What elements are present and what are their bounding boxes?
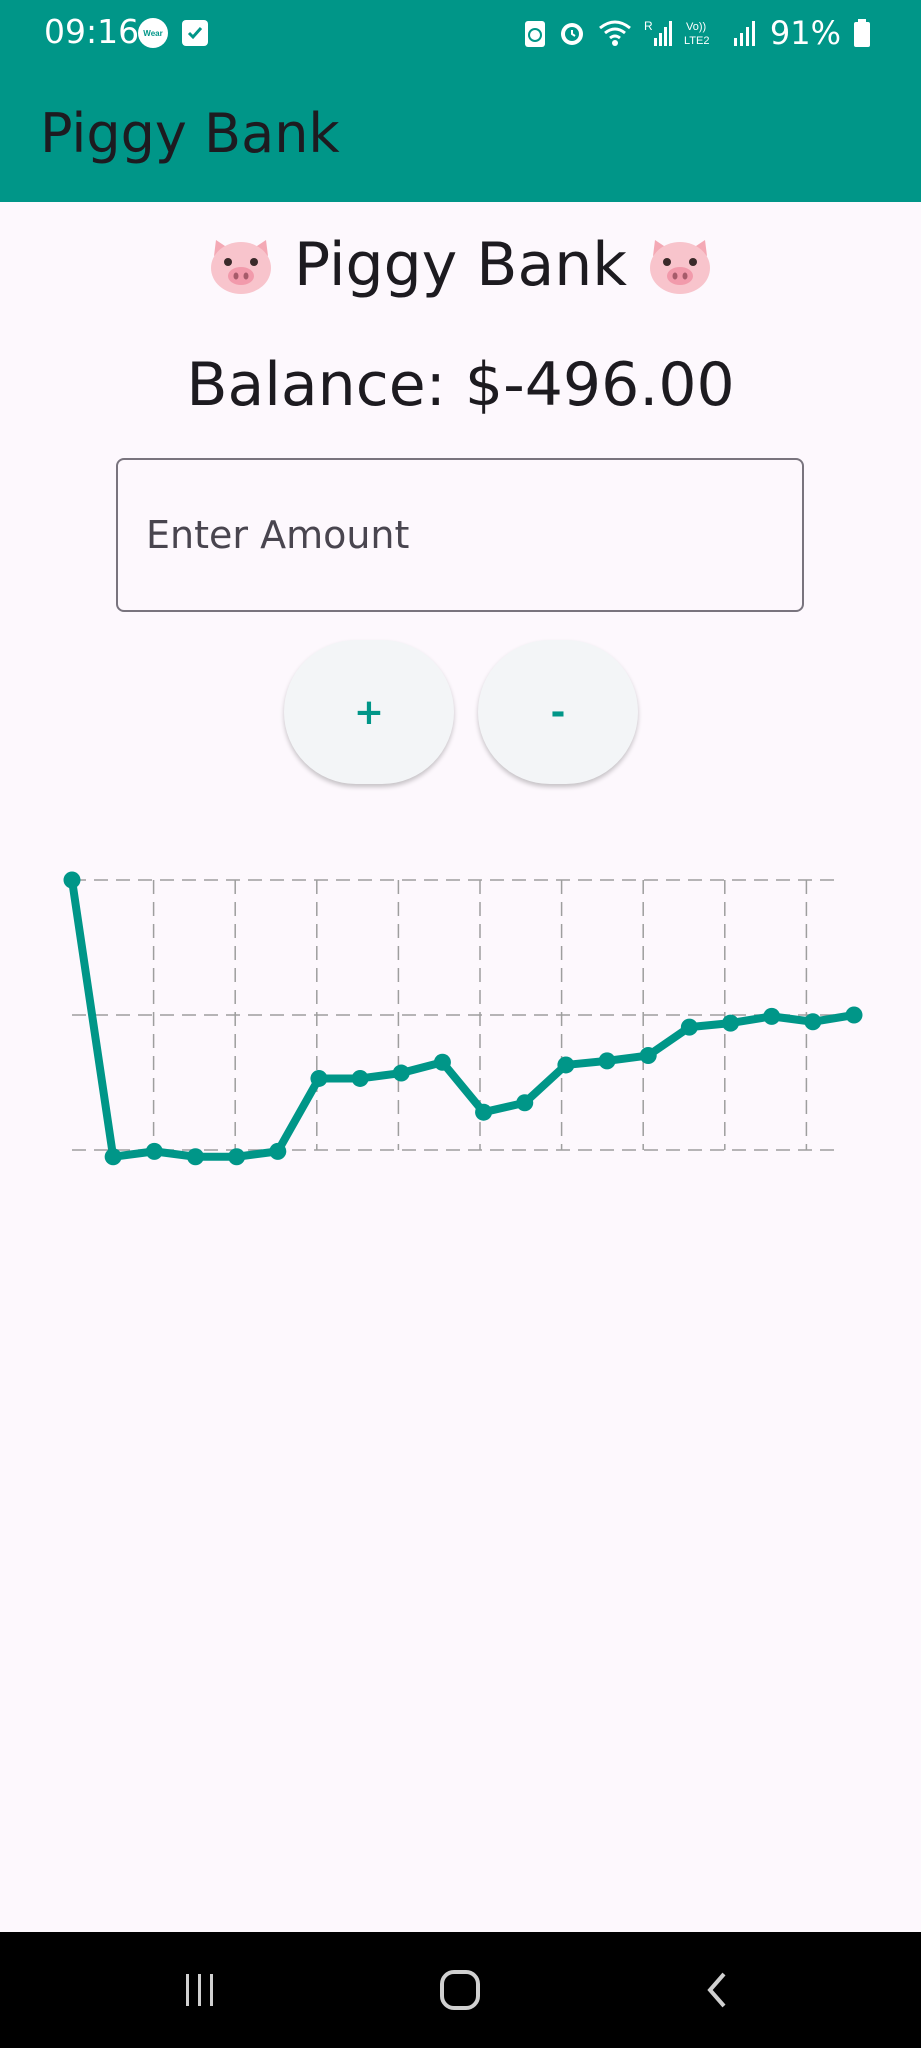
chart-data-point — [104, 1148, 122, 1166]
chart-data-point — [269, 1142, 287, 1160]
wifi-icon — [598, 20, 631, 46]
back-button[interactable] — [678, 1960, 758, 2020]
chart-data-point — [228, 1148, 246, 1166]
page-title: Piggy Bank — [294, 230, 627, 300]
task-check-icon — [182, 20, 208, 46]
volte-lte2-icon: Vo)) LTE2 — [684, 21, 709, 47]
chart-data-point — [804, 1013, 822, 1031]
recent-apps-icon — [186, 1974, 213, 2006]
chart-data-point — [310, 1069, 328, 1087]
status-notification-icons: Wear — [138, 18, 208, 48]
svg-text:Vo)): Vo)) — [686, 21, 706, 33]
status-bar: 09:16 Wear R Vo)) LTE2 91% — [0, 0, 921, 66]
page-title-row: Piggy Bank — [0, 230, 921, 300]
status-time: 09:16 — [44, 12, 140, 51]
chart-data-point — [845, 1006, 863, 1024]
chart-data-point — [598, 1052, 616, 1070]
home-icon — [440, 1970, 480, 2010]
chart-data-point — [186, 1148, 204, 1166]
chart-data-point — [433, 1053, 451, 1071]
battery-icon — [854, 19, 870, 47]
amount-input[interactable] — [116, 458, 804, 612]
battery-percent: 91% — [769, 14, 841, 52]
deposit-button[interactable]: + — [284, 640, 454, 784]
chart-data-point — [557, 1056, 575, 1074]
chart-data-point — [475, 1103, 493, 1121]
chart-data-point — [722, 1014, 740, 1032]
pig-face-icon — [206, 234, 276, 296]
chart-data-point — [351, 1069, 369, 1087]
svg-text:R: R — [644, 19, 653, 33]
home-button[interactable] — [420, 1960, 500, 2020]
pig-face-icon — [645, 234, 715, 296]
chart-data-point — [63, 871, 81, 889]
chart-data-point — [680, 1018, 698, 1036]
signal-r-icon: R — [644, 19, 672, 46]
chart-data-point — [145, 1142, 163, 1160]
balance-history-chart — [63, 871, 863, 1166]
svg-text:LTE2: LTE2 — [684, 35, 709, 47]
withdraw-button[interactable]: - — [478, 640, 638, 784]
storage-icon — [524, 21, 545, 47]
balance-text: Balance: $-496.00 — [186, 350, 735, 420]
chart-grid — [72, 879, 838, 1151]
back-icon — [707, 1972, 726, 2008]
chart-data-point — [639, 1047, 657, 1064]
recent-apps-button[interactable] — [160, 1960, 240, 2020]
wear-app-icon: Wear — [138, 18, 168, 48]
status-system-icons: R Vo)) LTE2 91% — [524, 14, 871, 52]
system-nav-bar — [0, 1932, 921, 2048]
chart-data-point — [763, 1007, 781, 1025]
app-bar: Piggy Bank — [0, 66, 921, 202]
chart-data-point — [516, 1094, 534, 1112]
app-bar-title: Piggy Bank — [40, 102, 340, 165]
alarm-icon — [560, 23, 583, 45]
signal-icon — [733, 21, 755, 46]
chart-data-point — [392, 1064, 410, 1082]
